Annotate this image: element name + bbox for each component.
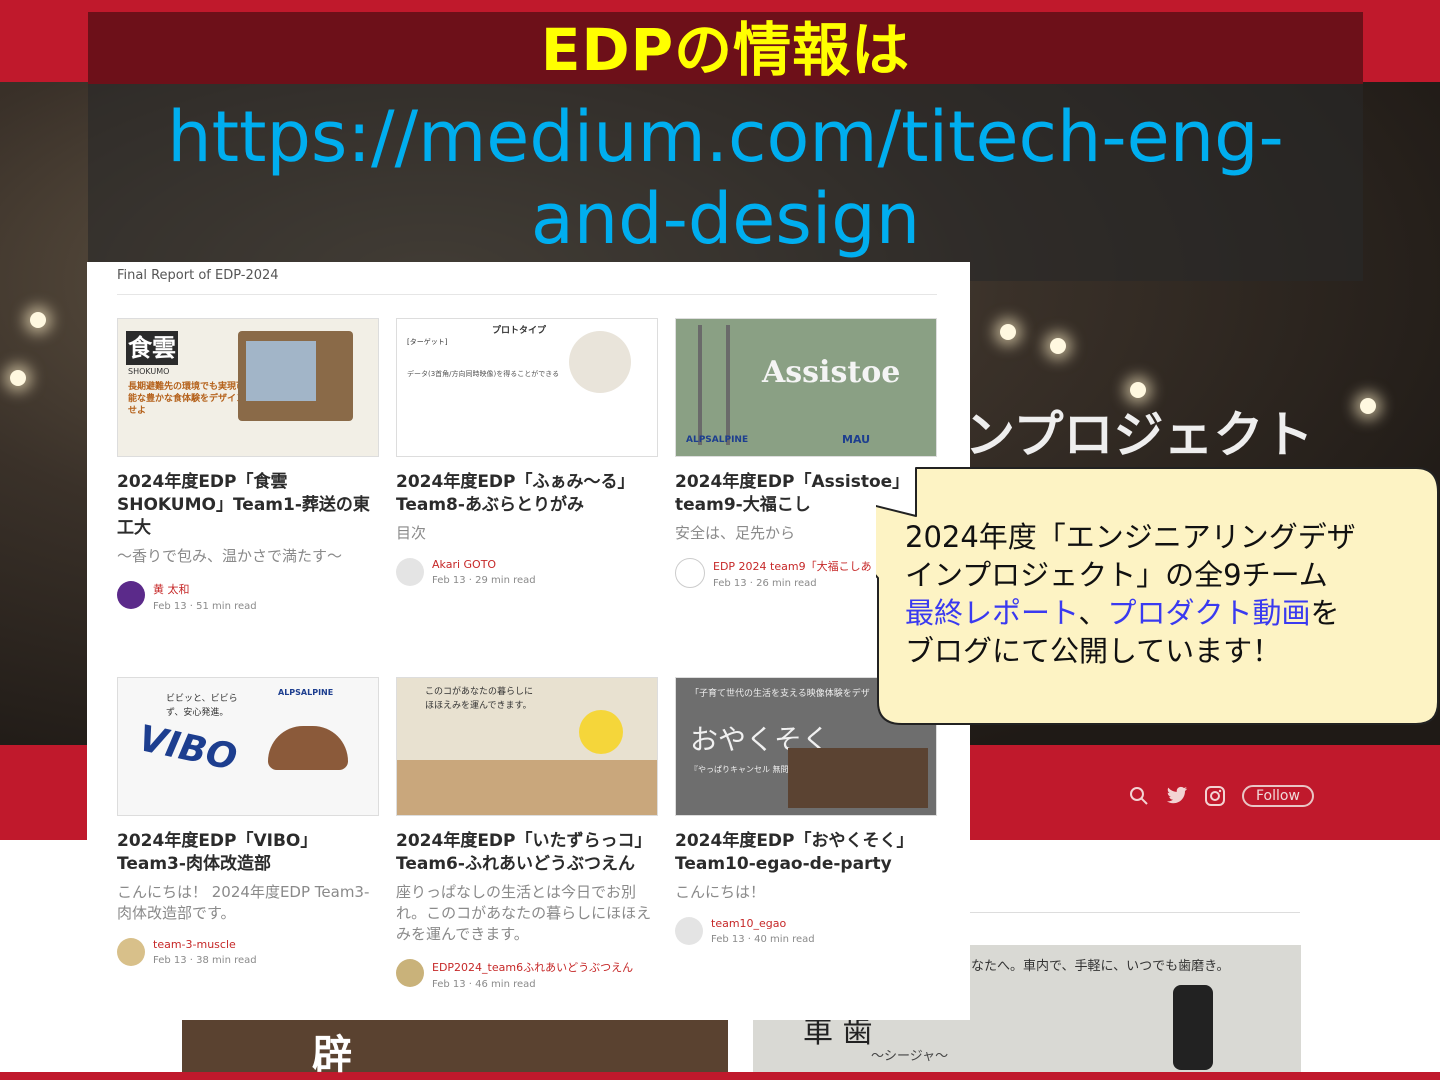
avatar[interactable]	[117, 581, 145, 609]
thumbnail-label: ALPSALPINE	[686, 435, 749, 445]
thumbnail-copy: 長期避難先の環境でも実現可能な豊かな食体験をデザインせよ	[128, 382, 246, 416]
post-title[interactable]: 2024年度EDP「ふぁみ〜る」Team8-あぶらとりがみ	[396, 471, 658, 517]
post-subtitle: こんにちは！	[675, 883, 766, 901]
post-author[interactable]: 黄 太和 Feb 13 · 51 min read	[117, 581, 379, 612]
ceiling-lamp	[30, 312, 46, 328]
post-meta: Feb 13 · 40 min read	[711, 934, 815, 945]
ceiling-lamp	[10, 370, 26, 386]
avatar[interactable]	[396, 959, 424, 987]
furniture-graphic	[788, 748, 928, 808]
thumbnail-label: [ターゲット]	[407, 338, 448, 346]
seat-cushion	[268, 726, 348, 770]
final-report-link[interactable]: 最終レポート	[905, 596, 1078, 630]
post-meta: Feb 13 · 29 min read	[432, 575, 536, 586]
avatar[interactable]	[675, 558, 705, 588]
separator: 、	[1078, 596, 1108, 630]
medium-url-link[interactable]: https://medium.com/titech-eng- and-desig…	[88, 96, 1363, 260]
callout-line-2: インプロジェクト」の全9チーム	[905, 558, 1328, 592]
post-thumbnail[interactable]: このコがあなたの暮らしに ほほえみを運んできます。	[396, 677, 658, 816]
slide-title: EDPの情報は	[540, 16, 911, 84]
post-title[interactable]: 2024年度EDP「VIBO」Team3-肉体改造部	[117, 830, 379, 876]
post-title[interactable]: 2024年度EDP「食雲 SHOKUMO」Team1-葬送の東工大	[117, 471, 379, 540]
author-name[interactable]: team-3-muscle	[153, 938, 257, 951]
post-title[interactable]: 2024年度EDP「いたずらっコ」Team6-ふれあいどうぶつえん	[396, 830, 658, 876]
post-subtitle: 目次	[396, 524, 427, 542]
thumbnail-copy: ALPSALPINE	[278, 688, 334, 697]
instagram-icon[interactable]	[1204, 785, 1226, 807]
post-card[interactable]: このコがあなたの暮らしに ほほえみを運んできます。 2024年度EDP「いたずら…	[396, 677, 658, 990]
callout-suffix: を	[1310, 596, 1340, 630]
post-author[interactable]: team-3-muscle Feb 13 · 38 min read	[117, 938, 379, 966]
callout-line-3: 最終レポート、プロダクト動画を	[905, 594, 1405, 632]
thumbnail-copy: データ(3首角/方向同時映像)を得ることができる	[407, 370, 560, 378]
shokumo-logo: 食雲	[126, 331, 178, 365]
chick-robot	[579, 710, 623, 754]
post-author[interactable]: EDP2024_team6ふれあいどうぶつえん Feb 13 · 46 min …	[396, 959, 658, 990]
divider	[970, 912, 1300, 913]
post-author[interactable]: Akari GOTO Feb 13 · 29 min read	[396, 558, 658, 586]
twitter-icon[interactable]	[1166, 785, 1188, 807]
ceiling-lamp	[1360, 398, 1376, 414]
search-icon[interactable]	[1128, 785, 1150, 807]
divider	[117, 294, 937, 295]
thumbnail-copy: MAU	[842, 433, 871, 446]
thumbnail-text: 辟	[312, 1032, 352, 1078]
author-name[interactable]: EDP 2024 team9「大福こしあ	[713, 558, 872, 574]
post-subtitle: こんにちは！ 2024年度EDP Team3-肉体改造部です。	[117, 883, 370, 922]
post-meta: Feb 13 · 26 min read	[713, 578, 817, 589]
post-thumbnail[interactable]: ビビッと、ビビらず、安心発進。 VIBO ALPSALPINE	[117, 677, 379, 816]
thumbnail-label: ほほえみを運んできます。	[425, 701, 532, 711]
post-card[interactable]: 食雲 SHOKUMO 長期避難先の環境でも実現可能な豊かな食体験をデザインせよ …	[117, 318, 379, 612]
callout-text: 2024年度「エンジニアリングデザ インプロジェクト」の全9チーム 最終レポート…	[905, 518, 1405, 670]
post-thumbnail[interactable]: 食雲 SHOKUMO 長期避難先の環境でも実現可能な豊かな食体験をデザインせよ	[117, 318, 379, 457]
thumbnail-title: このコがあなたの暮らしに	[425, 687, 534, 697]
thumbnail-title: プロトタイプ	[492, 326, 547, 336]
avatar[interactable]	[675, 917, 703, 945]
background-heading: ンプロジェクト	[965, 406, 1314, 464]
post-subtitle: 〜香りで包み、温かさで満たす〜	[117, 547, 343, 565]
thumbnail-label: SHOKUMO	[128, 367, 170, 376]
thumbnail-title: VIBO	[134, 718, 241, 779]
avatar[interactable]	[396, 558, 424, 586]
post-author[interactable]: team10_egao Feb 13 · 40 min read	[675, 917, 937, 945]
author-name[interactable]: EDP2024_team6ふれあいどうぶつえん	[432, 959, 633, 975]
prototype-photo	[569, 331, 631, 393]
thumbnail-label: 「子育て世代の生活を支える映像体験をデザ	[690, 689, 870, 699]
ladder-graphic	[698, 325, 730, 445]
author-name[interactable]: team10_egao	[711, 917, 815, 930]
thumbnail-title: Assistoe	[762, 355, 901, 390]
callout-line-4: ブログにて公開しています！	[905, 634, 1282, 668]
author-name[interactable]: 黄 太和	[153, 581, 257, 597]
post-meta: Feb 13 · 51 min read	[153, 601, 257, 612]
post-meta: Feb 13 · 46 min read	[432, 979, 536, 990]
follow-button[interactable]: Follow	[1242, 785, 1314, 807]
product-window	[246, 341, 316, 401]
panel-header: Final Report of EDP-2024	[117, 268, 279, 283]
callout-line-1: 2024年度「エンジニアリングデザ	[905, 520, 1356, 554]
post-thumbnail[interactable]: Assistoe ALPSALPINE MAU	[675, 318, 937, 457]
product-video-link[interactable]: プロダクト動画	[1107, 596, 1310, 630]
thumbnail-subtitle: 〜シージャ〜	[871, 1049, 949, 1064]
author-name[interactable]: Akari GOTO	[432, 558, 536, 571]
post-thumbnail[interactable]: プロトタイプ [ターゲット] データ(3首角/方向同時映像)を得ることができる	[396, 318, 658, 457]
bottom-red-strip	[0, 1072, 1440, 1080]
url-line-1: https://medium.com/titech-eng-	[167, 96, 1284, 178]
post-meta: Feb 13 · 38 min read	[153, 955, 257, 966]
final-report-panel: Final Report of EDP-2024 食雲 SHOKUMO 長期避難…	[87, 262, 970, 1020]
post-subtitle: 座りっぱなしの生活とは今日でお別れ。このコがあなたの暮らしにほほえみを運んできま…	[396, 883, 652, 943]
post-title[interactable]: 2024年度EDP「おやくそく」Team10-egao-de-party	[675, 830, 937, 876]
url-line-2: and-design	[530, 178, 921, 260]
thumbnail-caption: なたへ。車内で、手軽に、いつでも歯磨き。	[971, 959, 1230, 974]
toothbrush-product	[1173, 985, 1213, 1070]
post-thumbnail[interactable]: 辟	[182, 1020, 728, 1078]
ceiling-lamp	[1000, 324, 1016, 340]
thumbnail-label: ビビッと、ビビらず、安心発進。	[166, 694, 238, 718]
blog-nav: Follow	[1128, 785, 1314, 807]
avatar[interactable]	[117, 938, 145, 966]
post-card[interactable]: ビビッと、ビビらず、安心発進。 VIBO ALPSALPINE 2024年度ED…	[117, 677, 379, 966]
ceiling-lamp	[1050, 338, 1066, 354]
desk-surface	[397, 760, 657, 815]
post-card[interactable]: プロトタイプ [ターゲット] データ(3首角/方向同時映像)を得ることができる …	[396, 318, 658, 586]
